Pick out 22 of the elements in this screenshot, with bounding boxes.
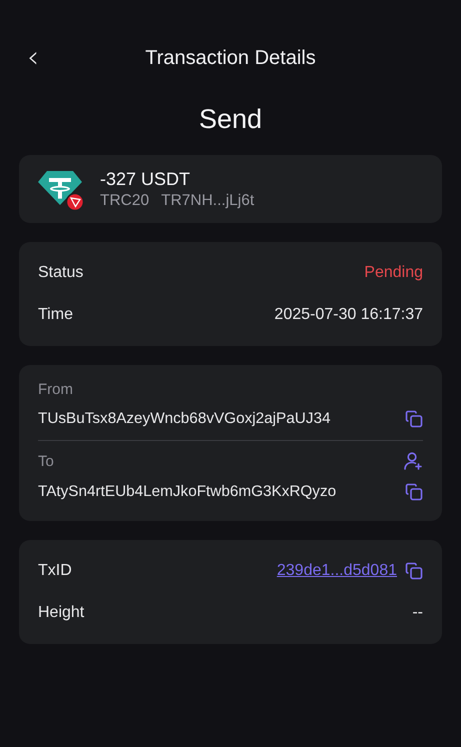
row-value: 2025-07-30 16:17:37 bbox=[274, 306, 423, 324]
transaction-type: Send bbox=[198, 104, 264, 135]
token-address: TR7NH...jLj6t bbox=[161, 192, 254, 210]
row-label: Height bbox=[38, 604, 84, 622]
wallet-address: TUsBuTsx8AzeyWncb68vVGoxj2ajPaUJ34 bbox=[38, 410, 330, 428]
network-label: TRC20 bbox=[100, 192, 150, 210]
row-label: TxID bbox=[38, 562, 72, 580]
copy-button[interactable] bbox=[405, 483, 423, 501]
status-value: Pending bbox=[364, 264, 423, 282]
address-label: From bbox=[38, 381, 73, 398]
address-label: To bbox=[38, 452, 54, 470]
row-label: Time bbox=[38, 306, 73, 324]
row-value: -- bbox=[412, 604, 423, 622]
add-contact-button[interactable] bbox=[403, 451, 423, 471]
copy-button[interactable] bbox=[405, 562, 423, 580]
wallet-address: TAtySn4rtEUb4LemJkoFtwb6mG3KxRQyzo bbox=[38, 483, 336, 501]
back-button[interactable]: ‹ bbox=[23, 43, 43, 73]
amount: -327 USDT bbox=[100, 168, 192, 190]
copy-button[interactable] bbox=[405, 410, 423, 428]
page-title: Transaction Details bbox=[145, 46, 316, 70]
txid-link[interactable]: 239de1...d5d081 bbox=[276, 562, 397, 580]
row-label: Status bbox=[38, 264, 84, 282]
